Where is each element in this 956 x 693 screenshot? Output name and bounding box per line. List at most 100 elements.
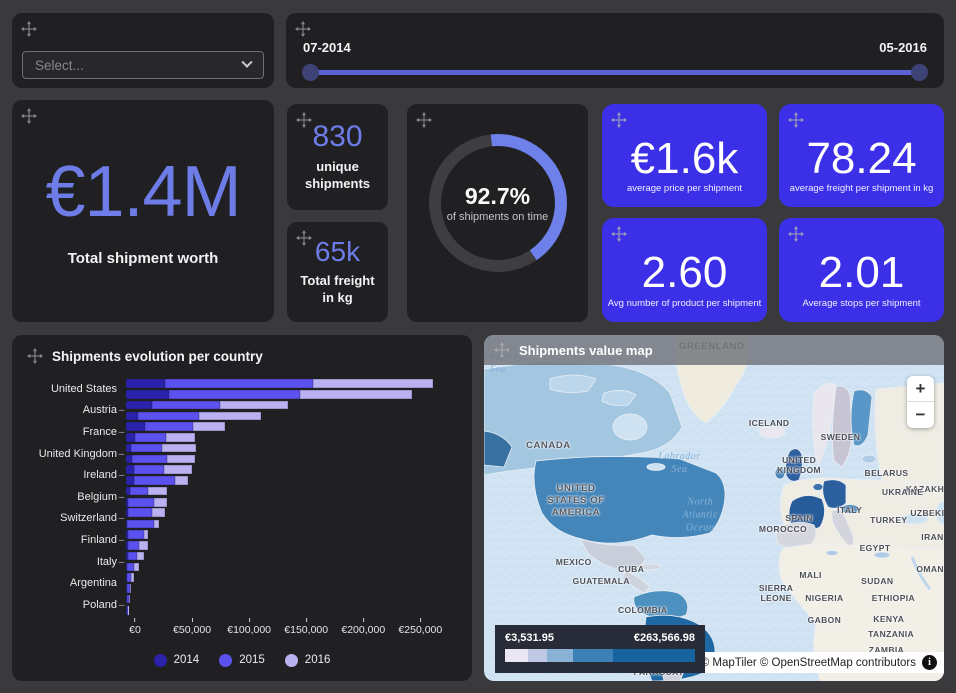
drag-handle[interactable]	[416, 112, 432, 128]
kpi-avg-freight-card: 78.24 average freight per shipment in kg	[779, 104, 944, 207]
country-label: Switzerland	[26, 512, 126, 524]
drag-handle[interactable]	[296, 112, 312, 128]
ontime-donut-chart: 92.7% of shipments on time	[429, 134, 567, 272]
stacked-bar	[126, 606, 458, 615]
drag-handle[interactable]	[21, 21, 37, 37]
bar-segment-2014	[126, 422, 145, 431]
slider-track[interactable]	[310, 70, 920, 75]
kpi-label: Total shipment worth	[68, 250, 219, 267]
stacked-bar	[126, 455, 458, 464]
bar-segment-2016	[128, 606, 129, 615]
kpi-avg-stops-card: 2.01 Average stops per shipment	[779, 218, 944, 322]
legend-min-value: €3,531.95	[505, 632, 554, 644]
country-label: Finland	[26, 534, 126, 546]
drag-handle[interactable]	[296, 230, 312, 246]
drag-handle[interactable]	[27, 348, 43, 364]
kpi-value: 830	[312, 122, 362, 152]
legend-gradient-step	[505, 649, 528, 662]
bar-segment-2016	[139, 541, 148, 550]
bar-segment-2015	[132, 455, 167, 464]
move-icon	[416, 112, 432, 128]
bar-segment-2015	[169, 390, 299, 399]
x-axis-tick: €100,000	[227, 618, 271, 636]
info-icon[interactable]: i	[922, 655, 937, 670]
bar-segment-2015	[128, 530, 143, 539]
zoom-in-button[interactable]: +	[907, 376, 934, 402]
select-placeholder: Select...	[35, 58, 243, 73]
legend-max-value: €263,566.98	[634, 632, 695, 644]
bar-segment-2016	[152, 508, 165, 517]
bar-segment-2016	[220, 401, 288, 410]
bar-segment-2014	[126, 390, 169, 399]
x-axis-tick: €50,000	[173, 618, 211, 636]
drag-handle[interactable]	[611, 226, 627, 242]
kpi-avg-price-card: €1.6k average price per shipment	[602, 104, 767, 207]
country-label: United Kingdom	[26, 448, 126, 460]
stacked-bar	[126, 573, 458, 582]
move-icon	[494, 342, 510, 358]
kpi-value: 2.60	[642, 251, 728, 295]
legend-item-2016[interactable]: 2016	[285, 654, 331, 667]
stacked-bar	[126, 508, 458, 517]
stacked-bar	[126, 433, 458, 442]
map-title: Shipments value map	[519, 343, 653, 358]
kpi-total-freight-card: 65k Total freight in kg	[287, 222, 388, 322]
chart-row: Finland	[26, 529, 458, 551]
kpi-value: €1.6k	[631, 137, 739, 181]
bar-plot: United StatesAustriaFranceUnited Kingdom…	[26, 378, 458, 616]
country-select[interactable]: Select...	[22, 51, 264, 79]
donut-percent: 92.7%	[465, 183, 530, 210]
stacked-bar	[126, 552, 458, 561]
stacked-bar	[126, 422, 458, 431]
legend-item-2014[interactable]: 2014	[154, 654, 200, 667]
chart-row: Argentina	[26, 572, 458, 594]
bar-segment-2015	[128, 552, 136, 561]
stacked-bar	[126, 595, 458, 604]
bar-segment-2016	[134, 563, 139, 572]
country-label: United States	[26, 383, 126, 395]
bar-segment-2014	[126, 465, 134, 474]
drag-handle[interactable]	[494, 342, 510, 358]
bar-segment-2016	[130, 584, 131, 593]
bar-segment-2015	[127, 520, 154, 529]
drag-handle[interactable]	[788, 112, 804, 128]
legend-dot	[219, 654, 232, 667]
slider-handle-end[interactable]	[911, 64, 928, 81]
legend-label: 2014	[174, 654, 200, 666]
drag-handle[interactable]	[295, 21, 311, 37]
legend-gradient-step	[613, 649, 695, 662]
legend-gradient-step	[528, 649, 547, 662]
drag-handle[interactable]	[788, 226, 804, 242]
stacked-bar	[126, 487, 458, 496]
legend-item-2015[interactable]: 2015	[219, 654, 265, 667]
move-icon	[788, 226, 804, 242]
stacked-bar	[126, 401, 458, 410]
drag-handle[interactable]	[611, 112, 627, 128]
legend-gradient-step	[573, 649, 613, 662]
bar-segment-2014	[126, 412, 138, 421]
country-label: Austria	[26, 404, 126, 416]
move-icon	[611, 226, 627, 242]
bar-segment-2015	[135, 433, 166, 442]
stacked-bar	[126, 498, 458, 507]
zoom-out-button[interactable]: −	[907, 402, 934, 428]
kpi-label: average freight per shipment in kg	[779, 183, 944, 194]
x-axis-tick: €0	[129, 618, 141, 636]
legend-label: 2015	[239, 654, 265, 666]
bar-segment-2015	[131, 444, 163, 453]
slider-handle-start[interactable]	[302, 64, 319, 81]
kpi-label: average price per shipment	[602, 183, 767, 194]
x-axis-tick: €150,000	[284, 618, 328, 636]
bar-segment-2014	[126, 476, 134, 485]
bar-segment-2016	[154, 520, 159, 529]
legend-gradient-bar	[505, 649, 695, 662]
chart-row: Switzerland	[26, 508, 458, 530]
move-icon	[27, 348, 43, 364]
shipments-value-map-card: GREENLANDBeaufort SeaICELANDSWEDENCANADA…	[484, 335, 944, 681]
date-range-slider[interactable]	[302, 63, 928, 81]
kpi-label: Total freight in kg	[287, 273, 388, 306]
bar-segment-2015	[128, 541, 139, 550]
date-range-card: 07-2014 05-2016	[286, 13, 944, 88]
country-label: Belgium	[26, 491, 126, 503]
drag-handle[interactable]	[21, 108, 37, 124]
